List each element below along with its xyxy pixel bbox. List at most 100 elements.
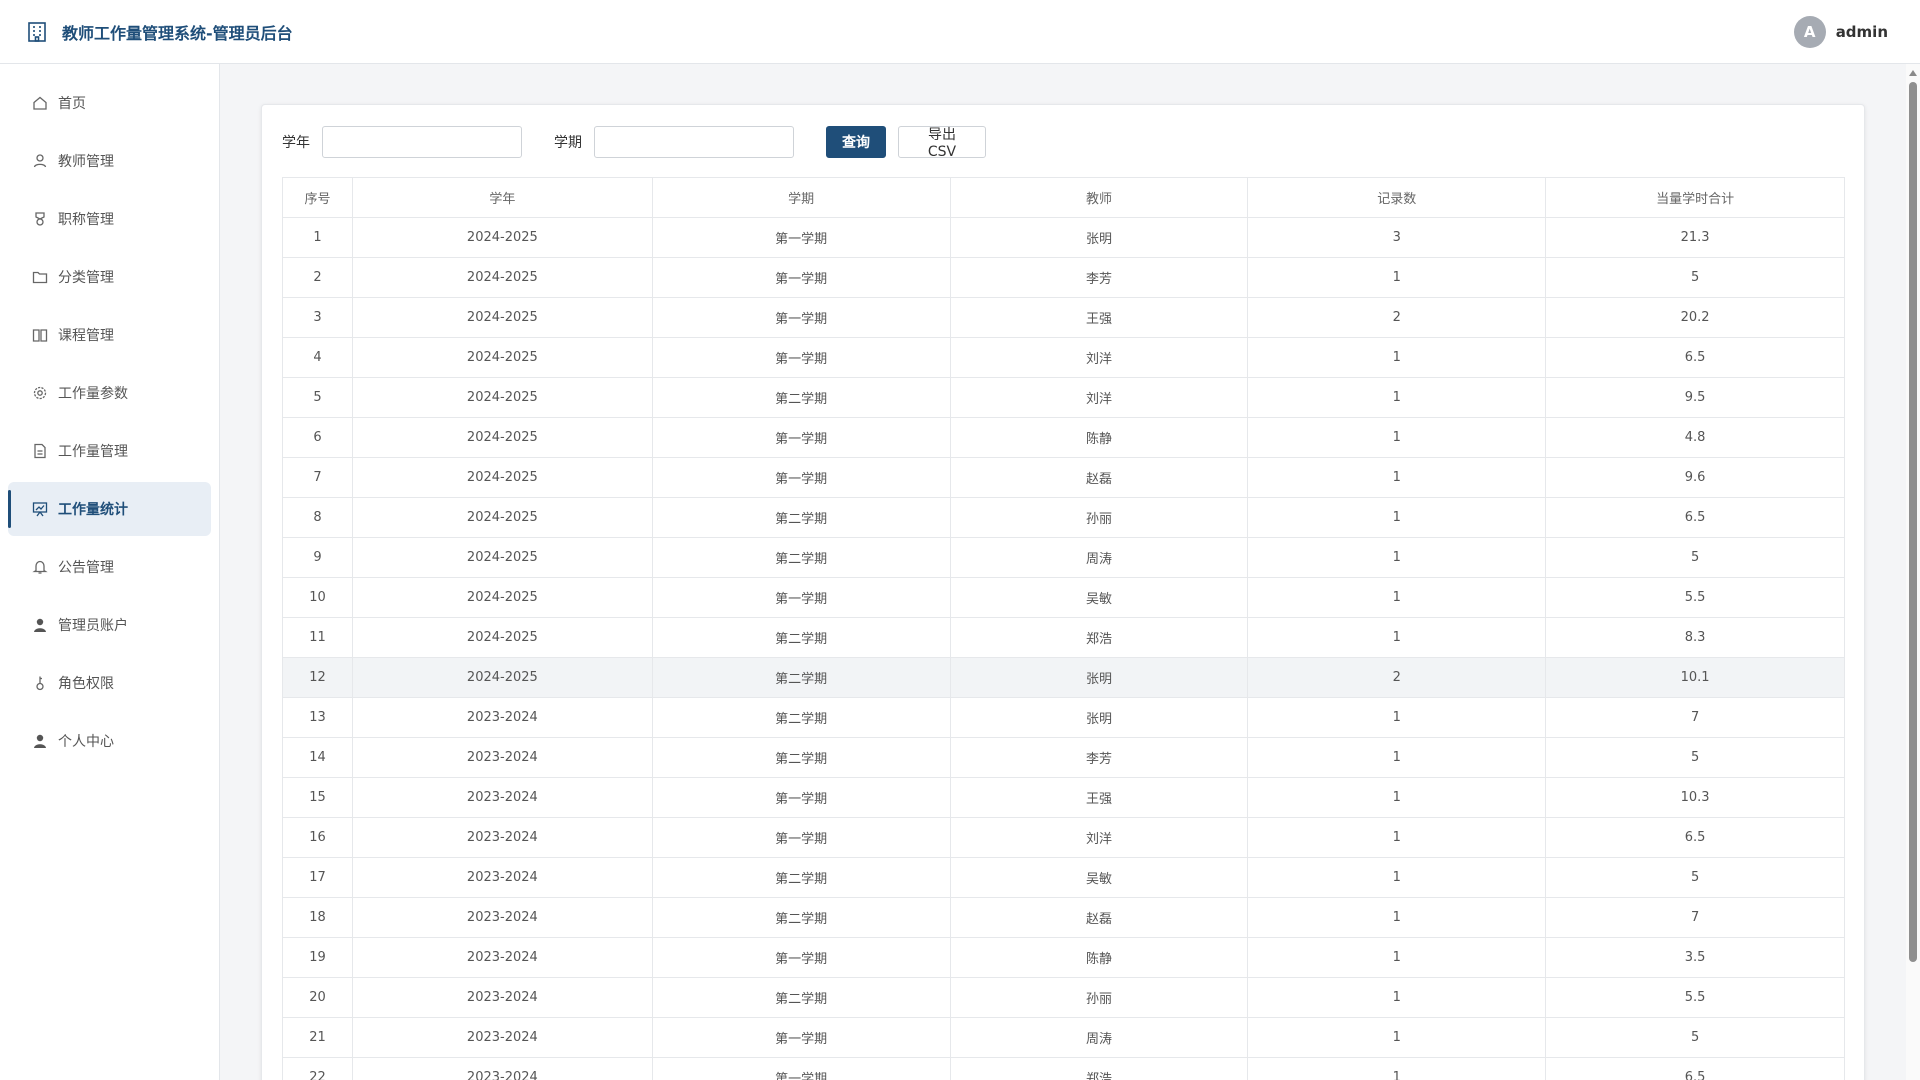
sidebar-item-titles[interactable]: 职称管理: [8, 192, 211, 246]
table-row[interactable]: 18 2023-2024 第二学期 赵磊 1 7: [282, 897, 1845, 938]
table-cell: 3: [1247, 217, 1547, 258]
table-cell: 4: [282, 337, 353, 378]
column-header[interactable]: 学期: [651, 177, 951, 218]
table-cell: 2023-2024: [351, 937, 653, 978]
table-cell: 1: [1247, 337, 1547, 378]
table-row[interactable]: 3 2024-2025 第一学期 王强 2 20.2: [282, 297, 1845, 338]
table-row[interactable]: 9 2024-2025 第二学期 周涛 1 5: [282, 537, 1845, 578]
avatar[interactable]: A: [1793, 15, 1826, 48]
table-cell: 陈静: [949, 937, 1249, 978]
table-row[interactable]: 20 2023-2024 第二学期 孙丽 1 5.5: [282, 977, 1845, 1018]
table-cell: 22: [282, 1057, 353, 1080]
table-cell: 6.5: [1545, 1057, 1845, 1080]
table-row[interactable]: 17 2023-2024 第二学期 吴敏 1 5: [282, 857, 1845, 898]
table-row[interactable]: 13 2023-2024 第二学期 张明 1 7: [282, 697, 1845, 738]
table-row[interactable]: 14 2023-2024 第二学期 李芳 1 5: [282, 737, 1845, 778]
sidebar-item-profile[interactable]: 个人中心: [8, 714, 211, 768]
sidebar-item-categories[interactable]: 分类管理: [8, 250, 211, 304]
table-cell: 2: [1247, 297, 1547, 338]
table-row[interactable]: 16 2023-2024 第一学期 刘洋 1 6.5: [282, 817, 1845, 858]
table-cell: 1: [1247, 1017, 1547, 1058]
table-row[interactable]: 8 2024-2025 第二学期 孙丽 1 6.5: [282, 497, 1845, 538]
table-cell: 第二学期: [651, 657, 951, 698]
sidebar-item-admin-accounts[interactable]: 管理员账户: [8, 598, 211, 652]
table-cell: 2023-2024: [351, 777, 653, 818]
table-cell: 第一学期: [651, 1057, 951, 1080]
year-input[interactable]: [322, 126, 522, 158]
column-header[interactable]: 当量学时合计: [1545, 177, 1845, 218]
table-cell: 赵磊: [949, 457, 1249, 498]
folder-icon: [32, 271, 48, 284]
stats-card: 学年 学期 查询 导出CSV 序号 学年 学期 教师 记录数 当量学时合计 1 …: [261, 104, 1865, 1080]
scroll-thumb[interactable]: [1909, 82, 1917, 962]
table-cell: 8: [282, 497, 353, 538]
table-cell: 刘洋: [949, 377, 1249, 418]
table-cell: 1: [1247, 1057, 1547, 1080]
table-cell: 2023-2024: [351, 977, 653, 1018]
table-row[interactable]: 21 2023-2024 第一学期 周涛 1 5: [282, 1017, 1845, 1058]
column-header[interactable]: 学年: [351, 177, 653, 218]
table-cell: 第一学期: [651, 777, 951, 818]
table-cell: 第二学期: [651, 377, 951, 418]
table-cell: 8.3: [1545, 617, 1845, 658]
table-cell: 7: [1545, 697, 1845, 738]
table-row[interactable]: 15 2023-2024 第一学期 王强 1 10.3: [282, 777, 1845, 818]
book-icon: [32, 329, 48, 342]
table-cell: 5: [1545, 737, 1845, 778]
sidebar-item-announcements[interactable]: 公告管理: [8, 540, 211, 594]
table-cell: 5.5: [1545, 577, 1845, 618]
table-cell: 6: [282, 417, 353, 458]
table-cell: 3: [282, 297, 353, 338]
table-cell: 吴敏: [949, 577, 1249, 618]
export-csv-button[interactable]: 导出CSV: [898, 126, 986, 160]
table-cell: 2024-2025: [351, 537, 653, 578]
table-cell: 2023-2024: [351, 1017, 653, 1058]
table-cell: 1: [282, 217, 353, 258]
table-cell: 第二学期: [651, 617, 951, 658]
table-row[interactable]: 2 2024-2025 第一学期 李芳 1 5: [282, 257, 1845, 298]
column-header[interactable]: 序号: [282, 177, 353, 218]
query-button[interactable]: 查询: [826, 126, 886, 158]
scroll-up-arrow-icon[interactable]: [1909, 70, 1917, 76]
table-cell: 2: [282, 257, 353, 298]
table-cell: 5: [1545, 537, 1845, 578]
table-cell: 1: [1247, 737, 1547, 778]
table-row[interactable]: 19 2023-2024 第一学期 陈静 1 3.5: [282, 937, 1845, 978]
table-cell: 周涛: [949, 1017, 1249, 1058]
sidebar-item-courses[interactable]: 课程管理: [8, 308, 211, 362]
user-menu[interactable]: A admin: [1793, 15, 1888, 48]
table-row[interactable]: 22 2023-2024 第一学期 郑浩 1 6.5: [282, 1057, 1845, 1080]
table-row[interactable]: 12 2024-2025 第二学期 张明 2 10.1: [282, 657, 1845, 698]
table-cell: 2024-2025: [351, 377, 653, 418]
table-row[interactable]: 10 2024-2025 第一学期 吴敏 1 5.5: [282, 577, 1845, 618]
table-cell: 陈静: [949, 417, 1249, 458]
sidebar-item-workload-params[interactable]: 工作量参数: [8, 366, 211, 420]
table-row[interactable]: 7 2024-2025 第一学期 赵磊 1 9.6: [282, 457, 1845, 498]
column-header[interactable]: 记录数: [1247, 177, 1547, 218]
table-cell: 1: [1247, 257, 1547, 298]
table-cell: 第一学期: [651, 457, 951, 498]
table-cell: 第一学期: [651, 297, 951, 338]
main-content: 学年 学期 查询 导出CSV 序号 学年 学期 教师 记录数 当量学时合计 1 …: [221, 64, 1920, 1080]
term-input[interactable]: [594, 126, 794, 158]
sidebar-item-workload-stats[interactable]: 工作量统计: [8, 482, 211, 536]
username[interactable]: admin: [1836, 23, 1888, 41]
table-cell: 1: [1247, 377, 1547, 418]
table-cell: 2024-2025: [351, 457, 653, 498]
table-cell: 1: [1247, 417, 1547, 458]
sidebar-item-teachers[interactable]: 教师管理: [8, 134, 211, 188]
sidebar-item-workload-manage[interactable]: 工作量管理: [8, 424, 211, 478]
page-scrollbar[interactable]: [1906, 64, 1920, 1080]
table-row[interactable]: 11 2024-2025 第二学期 郑浩 1 8.3: [282, 617, 1845, 658]
table-cell: 2023-2024: [351, 857, 653, 898]
table-row[interactable]: 6 2024-2025 第一学期 陈静 1 4.8: [282, 417, 1845, 458]
table-row[interactable]: 1 2024-2025 第一学期 张明 3 21.3: [282, 217, 1845, 258]
sidebar-item-roles[interactable]: 角色权限: [8, 656, 211, 710]
table-cell: 郑浩: [949, 617, 1249, 658]
table-cell: 1: [1247, 977, 1547, 1018]
home-icon: [33, 96, 47, 110]
sidebar-item-home[interactable]: 首页: [8, 76, 211, 130]
table-row[interactable]: 4 2024-2025 第一学期 刘洋 1 6.5: [282, 337, 1845, 378]
column-header[interactable]: 教师: [949, 177, 1249, 218]
table-row[interactable]: 5 2024-2025 第二学期 刘洋 1 9.5: [282, 377, 1845, 418]
